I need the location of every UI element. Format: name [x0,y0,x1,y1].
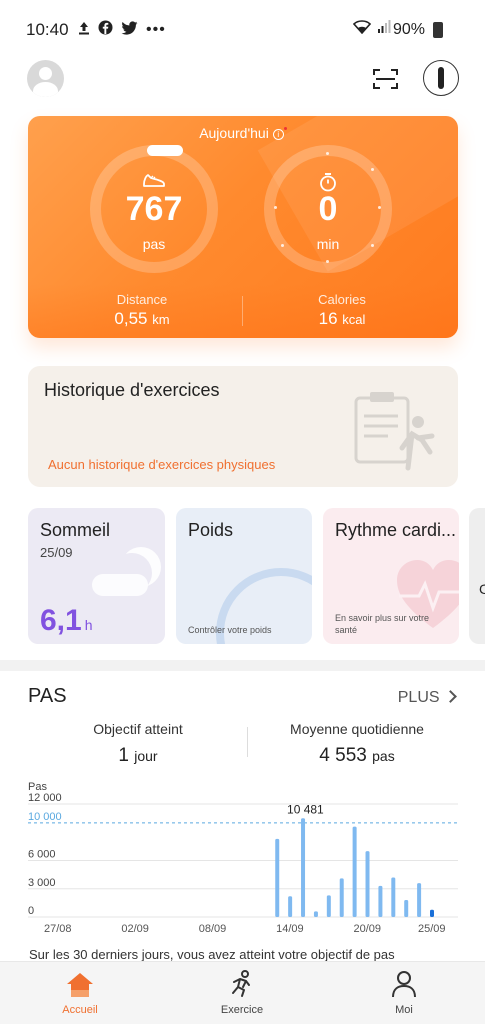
status-time: 10:40 [26,20,69,39]
time-unit: min [316,236,340,252]
y-tick-label: 12 000 [28,792,62,804]
sleep-date: 25/09 [40,545,73,560]
wifi-icon [352,20,372,38]
steps-title: PAS [28,685,67,707]
sleep-card[interactable]: Sommeil 25/09 6,1 h [28,508,165,644]
home-icon [67,973,93,997]
y-tick-label: 10 000 [28,811,62,823]
twitter-icon [121,20,138,39]
main-content: Aujourd'hui i 767 pas 0 min Distance 0,5… [0,110,485,660]
steps-unit: pas [142,236,166,252]
chart-bar [365,851,370,917]
peak-data-label: 10 481 [287,802,324,816]
exercise-history-card[interactable]: Historique d'exercices Aucun historique … [28,366,458,487]
sleep-value: 6,1 h [40,604,93,637]
x-tick-label: 25/09 [418,923,446,935]
steps-progress-arc [147,145,183,156]
status-bar: 10:40 ••• 90% [0,0,485,58]
x-tick-label: 08/09 [199,923,227,935]
nav-home[interactable]: Accueil [20,968,140,1016]
chart-bar [352,826,357,917]
time-value: 0 [318,190,338,228]
cloud-icon [92,574,148,596]
y-tick-label: 6 000 [28,849,56,861]
chart-bar [417,883,422,917]
chart-bar [404,900,409,917]
chart-bar [301,818,306,917]
x-tick-label: 20/09 [354,923,382,935]
history-empty-link[interactable]: Aucun historique d'exercices physiques [48,457,275,472]
facebook-icon [98,20,113,39]
chevron-right-icon [444,690,457,703]
steps-value: 767 [125,190,183,228]
status-notification-icons: ••• [78,20,166,39]
partial-card[interactable]: C [469,508,485,644]
chart-bar [391,877,396,917]
weight-card[interactable]: Poids Contrôler votre poids [176,508,312,644]
today-activity-card[interactable]: Aujourd'hui i 767 pas 0 min Distance 0,5… [28,116,458,338]
notification-dot [283,127,287,130]
steps-summary: Sur les 30 derniers jours, vous avez att… [29,947,395,962]
info-icon[interactable]: i [272,129,284,140]
activity-time-ring[interactable]: 0 min [264,145,392,273]
clipboard-runner-icon [352,388,438,476]
steps-bar-chart[interactable]: Pas03 0006 00010 00012 00027/08 02/09 08/0… [0,776,485,936]
calories-stat: Calories 16 kcal [318,292,366,328]
status-system-icons [352,20,391,38]
chart-bar [430,909,434,917]
avatar-body-shape [33,82,58,97]
nav-exercise[interactable]: Exercice [182,968,302,1016]
heart-rate-card[interactable]: Rythme cardi... En savoir plus sur votre… [323,508,459,644]
battery-percent: 90% [392,21,425,38]
chart-bar [339,878,344,917]
steps-more-link[interactable]: PLUS [398,689,457,707]
distance-stat: Distance 0,55 km [114,292,170,328]
steps-section: PAS PLUS Objectif atteint 1 jour Moyenne… [0,671,485,962]
x-tick-label: 02/09 [121,923,149,935]
running-icon [232,970,250,997]
x-tick-label: 27/08 [44,923,72,935]
y-tick-label: 3 000 [28,877,56,889]
today-title: Aujourd'hui i [28,125,458,141]
chart-bar [326,895,331,917]
upload-icon [78,21,90,39]
daily-average-stat: Moyenne quotidienne 4 553 pas [290,721,424,766]
chart-bar [275,838,280,917]
chart-bar [378,885,383,917]
scan-icon[interactable] [373,68,398,90]
chart-bar [288,896,293,917]
nav-me[interactable]: Moi [344,968,464,1016]
avatar[interactable] [27,60,64,97]
person-icon [392,971,416,998]
battery-icon [433,22,443,38]
app-header [0,58,485,110]
avatar-head-shape [39,67,52,80]
bottom-navigation: Accueil Exercice Moi [0,961,485,1024]
more-dots-icon: ••• [146,20,166,38]
chart-bar [313,911,318,917]
device-watch-icon[interactable] [423,60,459,96]
x-tick-label: 14/09 [276,923,304,935]
goal-reached-stat: Objectif atteint 1 jour [93,721,183,766]
signal-icon [377,20,391,38]
steps-ring[interactable]: 767 pas [90,145,218,273]
history-title: Historique d'exercices [44,380,220,400]
y-tick-label: 0 [28,905,34,917]
